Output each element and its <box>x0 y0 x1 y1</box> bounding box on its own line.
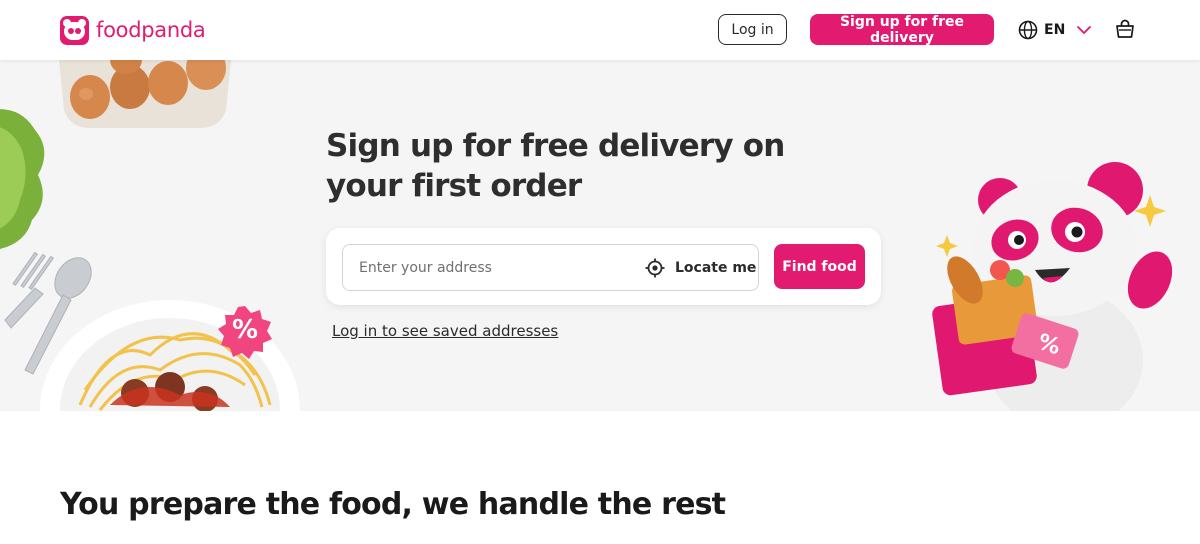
globe-icon <box>1018 20 1038 40</box>
eggs-carton-illustration <box>59 60 231 128</box>
shopping-bag-icon[interactable] <box>1114 18 1136 40</box>
panda-mascot-illustration: % <box>932 162 1173 411</box>
top-navbar: foodpanda Log in Sign up for free delive… <box>0 0 1200 60</box>
section-title: You prepare the food, we handle the rest <box>60 487 726 522</box>
percent-label: % <box>231 315 259 345</box>
chevron-down-icon <box>1077 26 1092 34</box>
address-search-card: Locate me Find food <box>326 228 881 305</box>
lettuce-illustration <box>0 109 45 249</box>
login-button[interactable]: Log in <box>718 14 787 45</box>
find-food-button[interactable]: Find food <box>774 244 865 289</box>
hero-title: Sign up for free delivery on your first … <box>326 128 785 204</box>
locate-me-label: Locate me <box>675 260 757 276</box>
locate-me-button[interactable]: Locate me <box>645 257 756 279</box>
signup-button[interactable]: Sign up for free delivery <box>810 14 994 46</box>
language-label: EN <box>1044 22 1066 38</box>
address-field[interactable]: Locate me <box>342 244 759 291</box>
crosshair-icon <box>645 258 665 278</box>
brand-name: foodpanda <box>96 18 206 42</box>
address-input[interactable] <box>359 245 629 290</box>
brand-logo[interactable]: foodpanda <box>60 15 206 45</box>
saved-addresses-link[interactable]: Log in to see saved addresses <box>332 322 558 340</box>
language-selector[interactable]: EN <box>1018 19 1093 41</box>
panda-logo-icon <box>60 15 89 45</box>
hero-section: % Sign up for free delivery on your firs… <box>0 60 1200 411</box>
promo-badge-left: % <box>218 305 272 359</box>
